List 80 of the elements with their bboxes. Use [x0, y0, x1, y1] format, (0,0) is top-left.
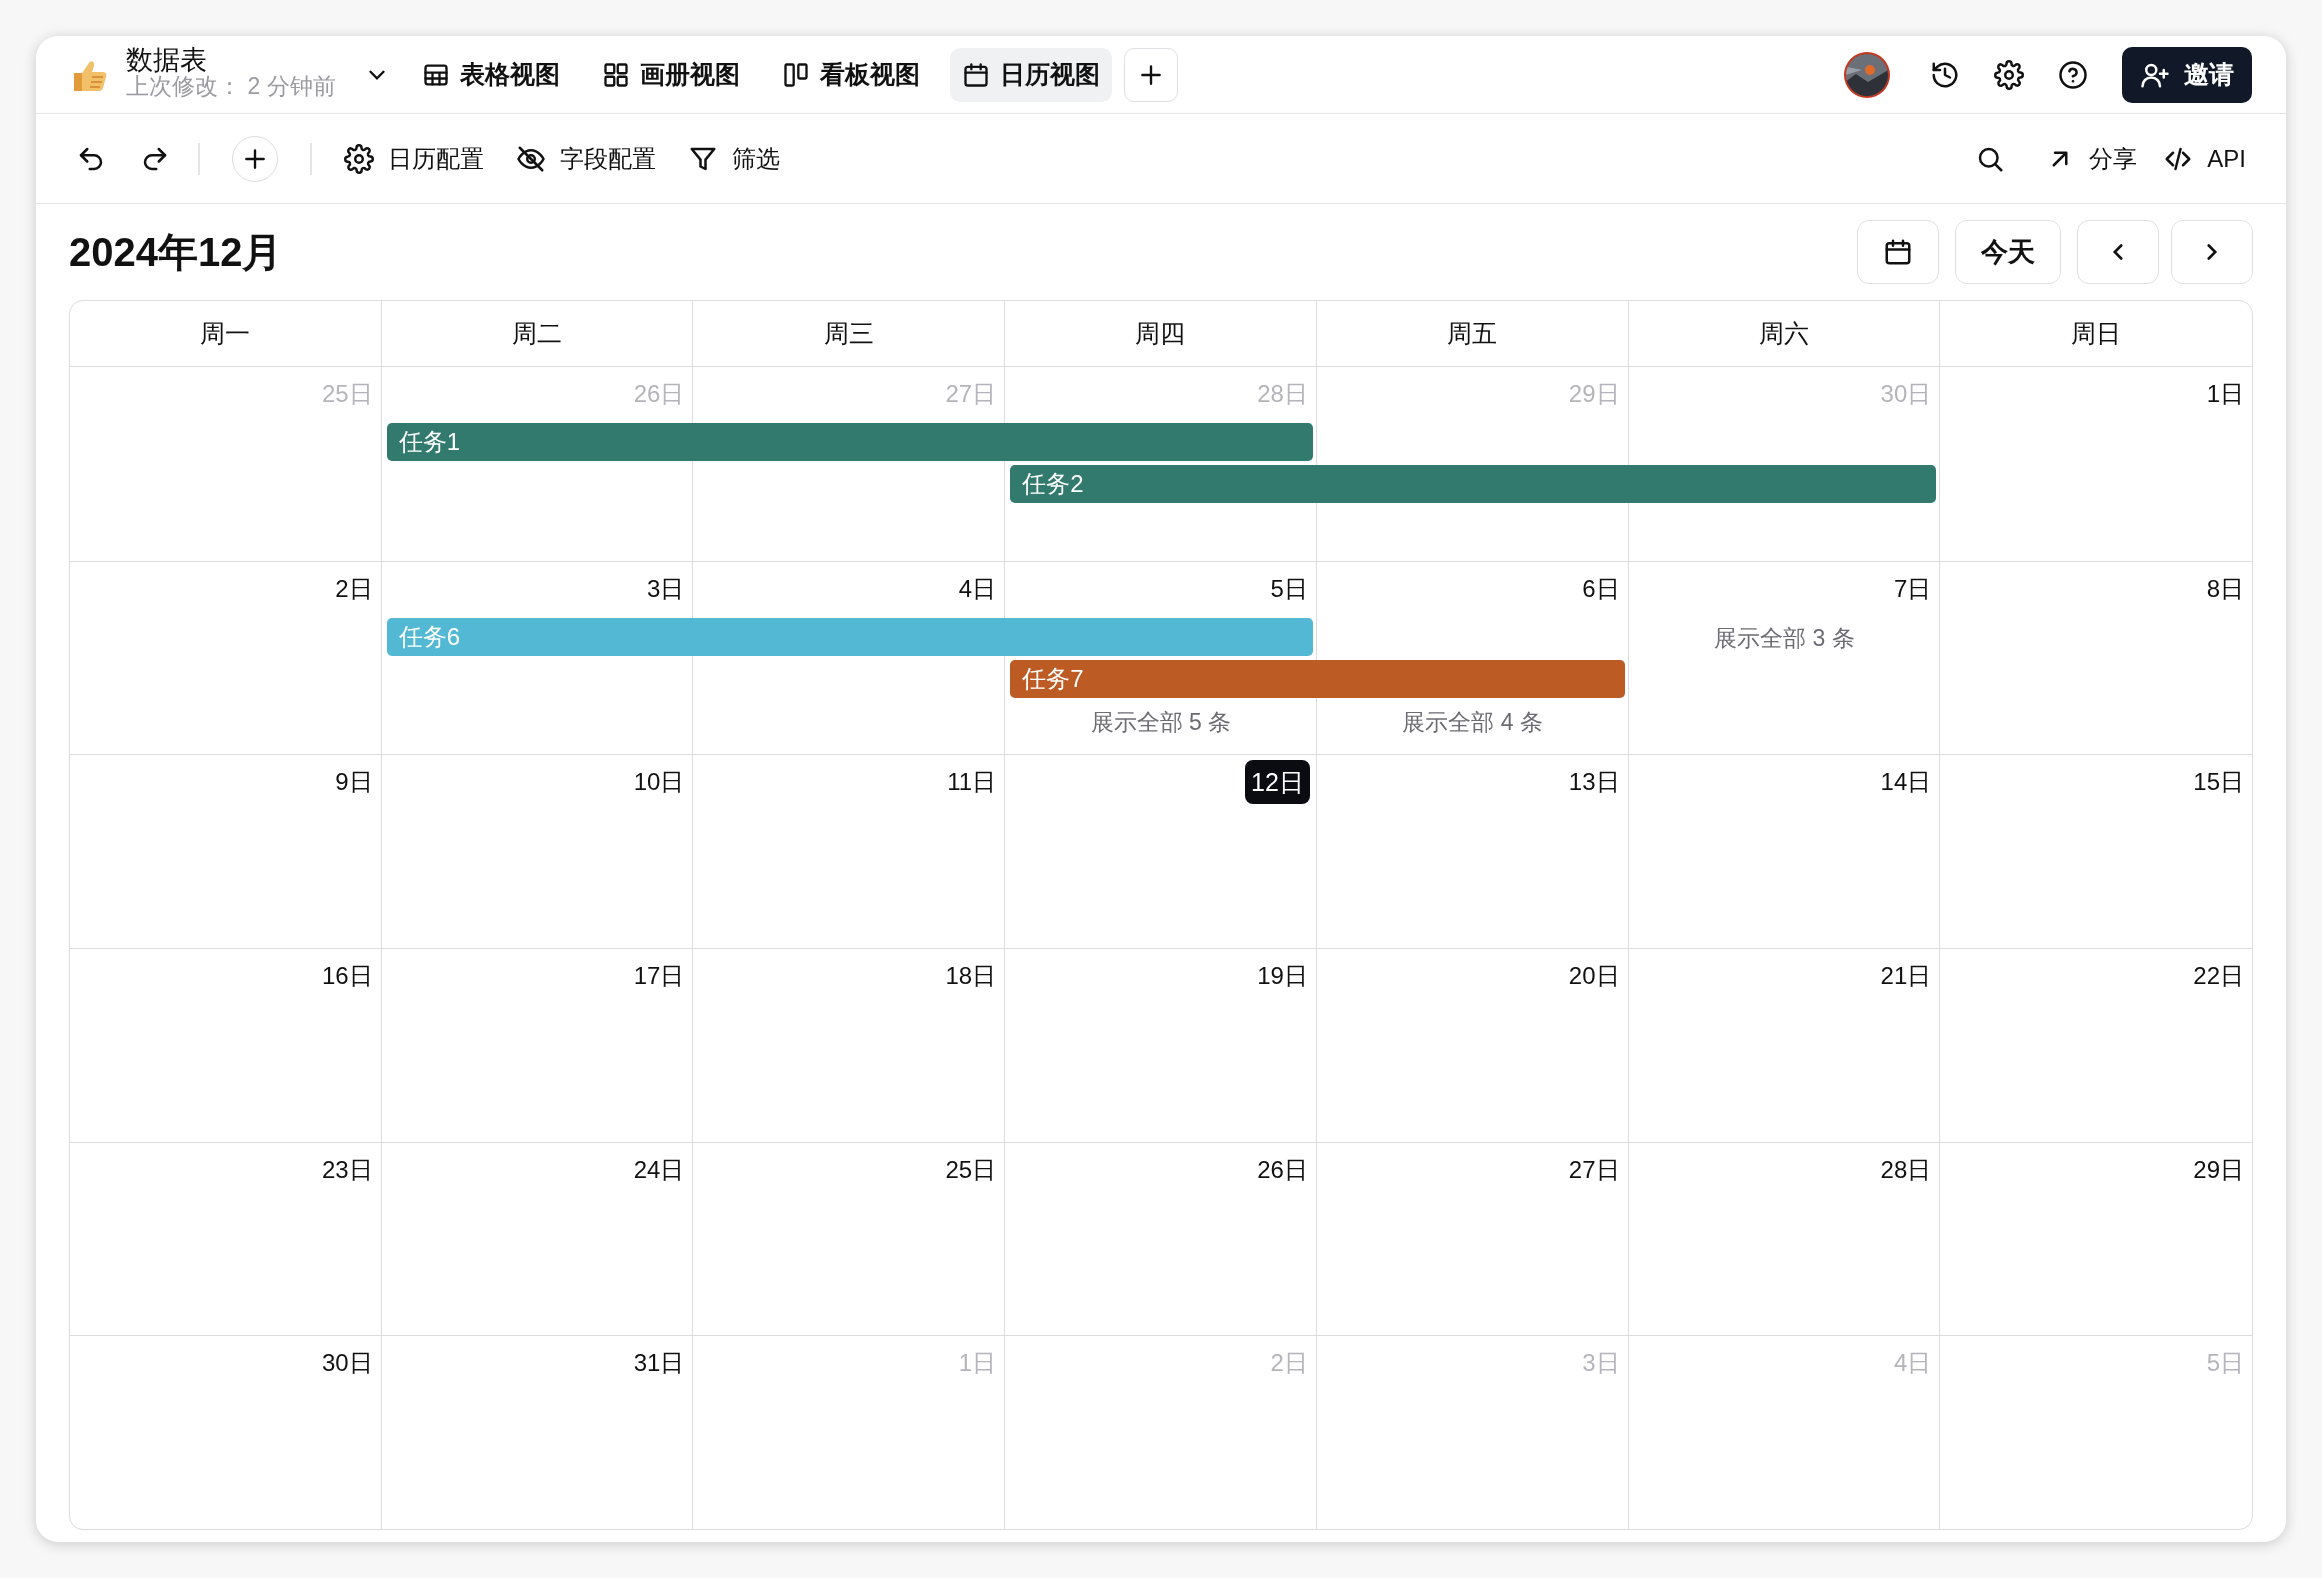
day-number: 29日 — [1567, 379, 1621, 409]
grid-icon — [601, 60, 630, 89]
toolbar-button[interactable]: 字段配置 — [516, 140, 656, 177]
day-number: 7日 — [1892, 573, 1933, 604]
day-number: 25日 — [321, 379, 374, 409]
weekday-header: 周一 — [70, 301, 382, 367]
show-all-link[interactable]: 展示全部 5 条 — [1090, 705, 1232, 740]
day-number: 2日 — [334, 573, 374, 604]
weekday-header: 周五 — [1316, 301, 1629, 367]
day-number: 30日 — [1879, 379, 1933, 409]
day-number: 11日 — [946, 767, 998, 798]
today-button[interactable]: 今天 — [1955, 220, 2061, 284]
month-title: 2024年12月 — [69, 229, 283, 276]
day-number: 4日 — [1892, 1348, 1933, 1379]
day-number: 27日 — [944, 379, 998, 409]
day-number: 6日 — [1581, 573, 1621, 604]
day-number: 20日 — [1567, 961, 1621, 991]
weekday-header: 周二 — [381, 301, 694, 367]
help-icon[interactable] — [2058, 59, 2088, 90]
weekday-header: 周三 — [693, 301, 1006, 367]
eye-off-icon — [516, 143, 546, 174]
day-number: 12日 — [1245, 760, 1310, 805]
day-number: 1日 — [2205, 379, 2245, 409]
settings-icon — [344, 143, 374, 174]
add-view-button[interactable] — [1123, 47, 1178, 102]
day-number: 19日 — [1256, 961, 1309, 991]
day-number: 26日 — [1256, 1154, 1309, 1185]
toolbar-button[interactable]: 分享 — [2045, 140, 2138, 177]
day-number: 14日 — [1879, 767, 1933, 798]
show-all-link[interactable]: 展示全部 4 条 — [1402, 705, 1543, 740]
day-number: 27日 — [1567, 1154, 1621, 1185]
history-icon[interactable] — [1930, 59, 1960, 90]
show-all-link[interactable]: 展示全部 3 条 — [1714, 621, 1855, 656]
day-number: 1日 — [957, 1348, 998, 1379]
event-bar[interactable]: 任务7 — [1010, 659, 1625, 698]
view-tab[interactable]: 看板视图 — [769, 47, 932, 102]
day-number: 28日 — [1879, 1154, 1933, 1185]
day-number: 8日 — [2205, 573, 2245, 604]
day-number: 13日 — [1567, 767, 1621, 798]
day-number: 3日 — [646, 573, 686, 604]
day-number: 15日 — [2192, 767, 2245, 798]
day-number: 16日 — [321, 961, 374, 991]
day-number: 28日 — [1256, 379, 1309, 409]
event-bar[interactable]: 任务2 — [1010, 465, 1937, 503]
invite-button[interactable]: 邀请 — [2122, 46, 2252, 103]
columns-icon — [781, 60, 810, 89]
day-number: 4日 — [957, 573, 998, 604]
day-number: 3日 — [1581, 1348, 1621, 1379]
day-number: 30日 — [321, 1348, 374, 1379]
day-number: 22日 — [2192, 961, 2245, 991]
day-number: 18日 — [944, 961, 998, 991]
day-number: 24日 — [632, 1154, 686, 1185]
day-number: 23日 — [321, 1154, 374, 1185]
day-number: 5日 — [1269, 573, 1309, 604]
toolbar-button[interactable]: 日历配置 — [344, 140, 484, 177]
weekday-header: 周六 — [1628, 301, 1941, 367]
toolbar-button[interactable]: API — [2163, 140, 2246, 177]
toolbar-button[interactable]: 筛选 — [688, 140, 780, 177]
view-tab[interactable]: 日历视图 — [949, 47, 1112, 102]
settings-icon[interactable] — [1994, 59, 2024, 90]
day-number: 31日 — [632, 1348, 686, 1379]
event-bar[interactable]: 任务1 — [386, 423, 1313, 461]
app-title: 数据表 — [126, 46, 208, 73]
date-picker-button[interactable] — [1857, 220, 1939, 284]
day-number: 21日 — [1879, 961, 1933, 991]
day-number: 10日 — [632, 767, 686, 798]
day-number: 5日 — [2205, 1348, 2245, 1379]
calendar-icon — [961, 60, 990, 89]
calendar-icon — [1883, 237, 1913, 267]
day-number: 25日 — [944, 1154, 998, 1185]
day-number: 17日 — [632, 961, 686, 991]
last-modified-text: 上次修改： 2 分钟前 — [126, 72, 336, 99]
day-number: 26日 — [632, 379, 686, 409]
view-tab[interactable]: 画册视图 — [589, 47, 752, 102]
weekday-header: 周日 — [1940, 301, 2252, 367]
day-number: 9日 — [334, 767, 374, 798]
weekday-header: 周四 — [1005, 301, 1317, 367]
view-tab[interactable]: 表格视图 — [409, 47, 572, 102]
day-number: 2日 — [1269, 1348, 1309, 1379]
day-number: 29日 — [2192, 1154, 2245, 1185]
